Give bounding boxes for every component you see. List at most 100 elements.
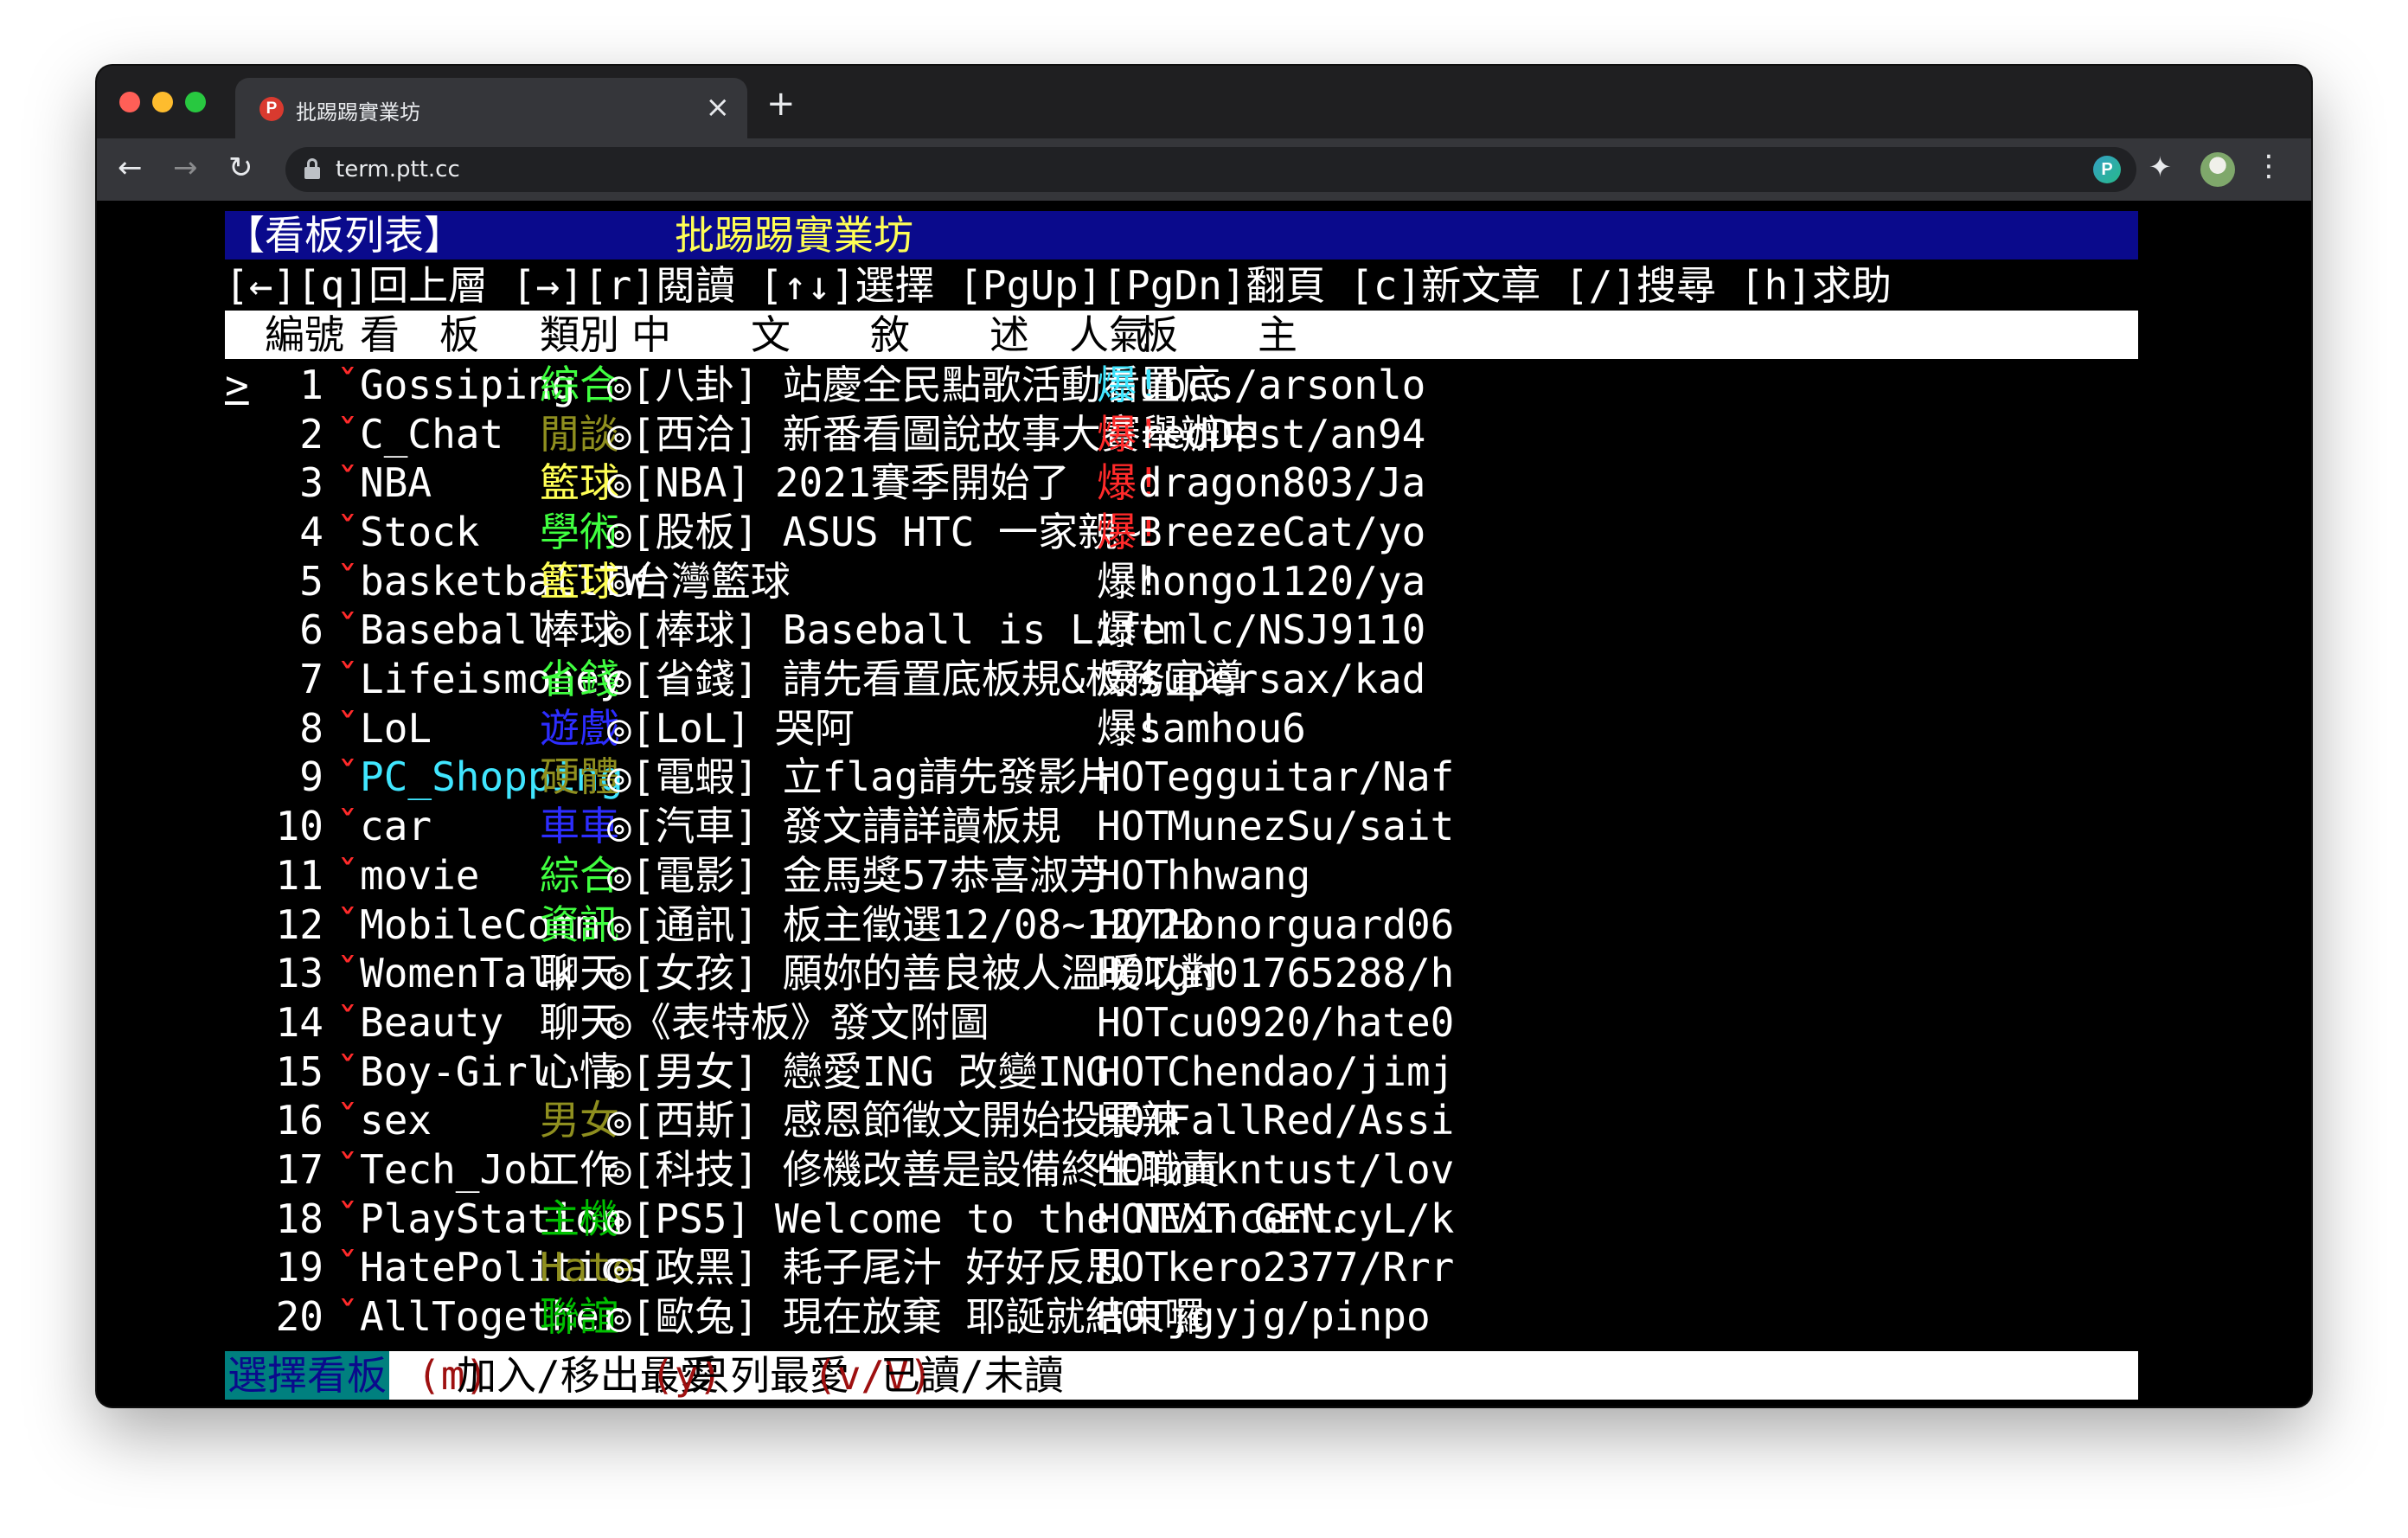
lock-icon[interactable]	[304, 158, 320, 179]
board-moderator: dragon803/Ja	[1138, 459, 1426, 507]
board-number: 5	[299, 557, 323, 605]
board-moderator: hongo1120/ya	[1138, 557, 1426, 605]
board-number: 20	[275, 1293, 323, 1341]
board-description: ◎[政黑] 耗子尾汁 好好反思	[607, 1244, 1125, 1291]
board-name[interactable]: C_Chat	[360, 410, 503, 458]
board-description: ◎[電蝦] 立flag請先發影片	[607, 753, 1118, 801]
board-number: 1	[299, 361, 323, 408]
forward-arrow-icon[interactable]: →	[173, 151, 198, 185]
title-bar: P 批踢踢實業坊 × +	[97, 66, 2311, 138]
board-name[interactable]: NBA	[360, 458, 432, 507]
board-number: 10	[275, 803, 323, 850]
profile-avatar[interactable]	[2200, 152, 2235, 187]
board-moderator: VincentcyL/k	[1167, 1195, 1455, 1242]
browser-toolbar: ← → ↻ term.ptt.cc ☆ P ✦ ⋮	[97, 138, 2311, 201]
popularity-indicator: HOT	[1097, 1048, 1169, 1095]
board-name[interactable]: Boy-Girl	[360, 1048, 552, 1096]
zoom-window-button[interactable]	[185, 92, 206, 112]
extension-p-icon[interactable]: P	[2093, 156, 2121, 183]
board-description: ◎[棒球] Baseball is Life	[607, 606, 1166, 654]
board-description: ◎[西斯] 感恩節徵文開始投票辣	[607, 1097, 1181, 1144]
tab-close-icon[interactable]: ×	[706, 90, 731, 125]
unread-mark: ˇ	[336, 803, 360, 850]
back-arrow-icon[interactable]: ←	[118, 151, 143, 185]
extensions-puzzle-icon[interactable]: ✦	[2149, 151, 2172, 183]
popularity-indicator: HOT	[1097, 1195, 1169, 1242]
unread-mark: ˇ	[336, 950, 360, 997]
browser-tab[interactable]: P 批踢踢實業坊 ×	[235, 78, 747, 138]
board-moderator: jgyjg/pinpo	[1167, 1293, 1431, 1341]
board-description: ◎《表特板》發文附圖	[607, 998, 989, 1046]
help-line: [←][q]回上層 [→][r]閱讀 [↑↓]選擇 [PgUp][PgDn]翻頁…	[225, 261, 1892, 310]
board-number: 11	[275, 851, 323, 899]
board-number: 2	[299, 410, 323, 458]
board-number: 6	[299, 606, 323, 654]
popularity-indicator: HOT	[1097, 998, 1169, 1046]
select-board-mode: 選擇看板	[225, 1350, 389, 1400]
board-number: 8	[299, 704, 323, 752]
board-name[interactable]: Baseball	[360, 606, 552, 654]
column-header: 編號 看 板 類別 中 文 敘 述 人氣 板 主	[225, 311, 2138, 360]
board-moderator: BreezeCat/yo	[1138, 508, 1426, 555]
unread-mark: ˇ	[336, 900, 360, 948]
board-moderator: hhwang	[1167, 851, 1311, 899]
board-number: 9	[299, 753, 323, 801]
board-moderator: tmlc/NSJ9110	[1138, 606, 1426, 654]
reload-icon[interactable]: ↻	[228, 151, 253, 185]
col-number: 編號	[265, 311, 344, 359]
board-description: ◎[男女] 戀愛ING 改變ING	[607, 1048, 1110, 1095]
board-description: ◎[LoL] 哭阿	[607, 704, 855, 752]
unread-mark: ˇ	[336, 410, 360, 458]
board-moderator: Chendao/jimj	[1167, 1048, 1455, 1095]
board-name[interactable]: car	[360, 802, 432, 850]
unread-mark: ˇ	[336, 508, 360, 555]
unread-mark: ˇ	[336, 753, 360, 801]
address-bar[interactable]: term.ptt.cc ☆	[285, 147, 2136, 192]
board-description: ◎[股板] ASUS HTC 一家親~	[607, 508, 1142, 555]
footer-bar: 選擇看板 (m) 加入/移出最愛 (y) 只列最愛 (v/V) 已讀/未讀	[225, 1350, 2138, 1400]
url-text[interactable]: term.ptt.cc	[336, 157, 460, 183]
board-name[interactable]: LoL	[360, 704, 432, 753]
board-name[interactable]: Tech_Job	[360, 1145, 552, 1194]
ptt-terminal[interactable]: 【看板列表】 批踢踢實業坊 [←][q]回上層 [→][r]閱讀 [↑↓]選擇 …	[97, 201, 2311, 1407]
popularity-indicator: HOT	[1097, 851, 1169, 899]
browser-window: P 批踢踢實業坊 × + ← → ↻ term.ptt.cc ☆ P ✦ ⋮ 【…	[97, 66, 2311, 1407]
close-window-button[interactable]	[119, 92, 140, 112]
board-number: 4	[299, 508, 323, 555]
board-moderator: mmkntust/lov	[1167, 1146, 1455, 1193]
board-moderator: cu0920/hate0	[1167, 998, 1455, 1046]
board-moderator: redDest/an94	[1138, 410, 1426, 458]
key-v-desc: 已讀/未讀	[881, 1351, 1064, 1399]
board-name[interactable]: Beauty	[360, 998, 503, 1047]
board-moderator: ubcs/arsonlo	[1138, 361, 1426, 408]
board-name[interactable]: movie	[360, 851, 479, 900]
board-number: 16	[275, 1097, 323, 1144]
board-number: 17	[275, 1146, 323, 1193]
new-tab-button[interactable]: +	[766, 87, 796, 121]
board-name[interactable]: sex	[360, 1096, 432, 1144]
board-number: 15	[275, 1048, 323, 1095]
board-moderator: supersax/kad	[1138, 656, 1426, 702]
minimize-window-button[interactable]	[152, 92, 173, 112]
popularity-indicator: HOT	[1097, 753, 1169, 801]
board-description: ◎[NBA] 2021賽季開始了	[607, 459, 1070, 507]
board-number: 14	[275, 998, 323, 1046]
col-description: 中 文 敘 述	[631, 311, 1029, 359]
header-bar: 【看板列表】 批踢踢實業坊	[225, 211, 2138, 260]
unread-mark: ˇ	[336, 557, 360, 605]
unread-mark: ˇ	[336, 704, 360, 752]
board-number: 3	[299, 459, 323, 507]
unread-mark: ˇ	[336, 656, 360, 702]
unread-mark: ˇ	[336, 1146, 360, 1193]
browser-menu-icon[interactable]: ⋮	[2254, 149, 2283, 183]
board-list-label: 【看板列表】	[225, 212, 464, 259]
unread-mark: ˇ	[336, 459, 360, 507]
board-moderator: MunezSu/sait	[1167, 803, 1455, 850]
board-number: 7	[299, 656, 323, 702]
board-name[interactable]: Stock	[360, 508, 479, 556]
board-moderator: gn01765288/h	[1167, 950, 1455, 997]
unread-mark: ˇ	[336, 1097, 360, 1144]
board-number: 13	[275, 950, 323, 997]
ptt-favicon-icon: P	[259, 97, 284, 121]
board-moderator: kero2377/Rrr	[1167, 1244, 1455, 1291]
